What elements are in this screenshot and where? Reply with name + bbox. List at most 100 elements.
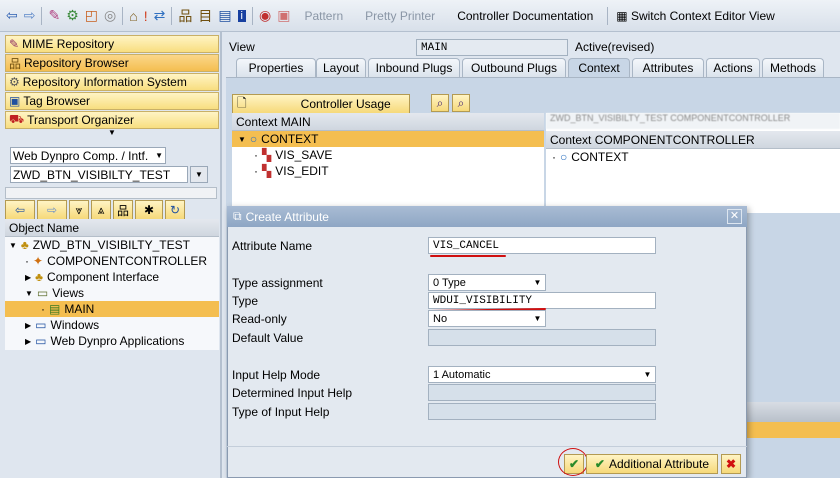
nav-tag-browser[interactable]: ▣ Tag Browser xyxy=(5,92,219,110)
tree-item-views[interactable]: ▼ ▭ Views xyxy=(5,285,219,301)
windows-icon: ▭ xyxy=(35,318,47,332)
view-name-field: MAIN xyxy=(416,39,568,56)
controller-usage-label: Controller Usage xyxy=(300,97,391,111)
collapse-all-icon[interactable]: ⩓ xyxy=(91,200,111,220)
tree-label: ZWD_BTN_VISIBILTY_TEST xyxy=(32,238,190,252)
back-icon[interactable]: ⇦ xyxy=(6,7,18,24)
input-help-mode-label: Input Help Mode xyxy=(232,368,321,382)
chevron-down-icon: ▼ xyxy=(155,151,163,160)
cancel-icon: ✖ xyxy=(725,457,737,471)
type-label: Type xyxy=(232,294,259,308)
nav-repository-browser[interactable]: 品 Repository Browser xyxy=(5,54,219,72)
tree-label: Web Dynpro Applications xyxy=(50,334,185,348)
chevron-down-icon: ▼ xyxy=(643,370,652,379)
separator xyxy=(252,6,253,25)
tab-properties[interactable]: Properties xyxy=(236,58,316,77)
tab-inbound-plugs[interactable]: Inbound Plugs xyxy=(368,58,460,77)
back-icon[interactable]: ⇦ xyxy=(5,200,35,220)
forward-icon[interactable]: ⇨ xyxy=(37,200,67,220)
nav-repository-information-system[interactable]: ⚙ Repository Information System xyxy=(5,73,219,91)
list-icon[interactable]: ▤ xyxy=(218,7,231,24)
attribute-name-input[interactable]: VIS_CANCEL xyxy=(428,237,656,254)
column-header: Object Name xyxy=(9,220,80,235)
hierarchy-icon[interactable]: 品 xyxy=(113,200,133,220)
tree-item-componentcontroller[interactable]: · ✦ COMPONENTCONTROLLER xyxy=(5,253,219,269)
views-icon: ▭ xyxy=(36,286,49,300)
context-attribute-vis-edit[interactable]: · ▚ VIS_EDIT xyxy=(232,163,544,179)
hierarchy-icon[interactable]: ⌂ xyxy=(129,8,137,24)
header-label: Context COMPONENTCONTROLLER xyxy=(550,132,755,147)
read-only-label: Read-only xyxy=(232,312,287,326)
tab-actions[interactable]: Actions xyxy=(706,58,760,77)
tab-context[interactable]: Context xyxy=(568,58,630,77)
expand-arrow-icon[interactable]: ▼ xyxy=(108,128,116,137)
determined-input-help-field xyxy=(428,384,656,401)
breakpoint-icon[interactable]: ◉ xyxy=(259,7,271,24)
red-underline-annotation xyxy=(430,255,506,257)
external-breakpoint-icon[interactable]: ▣ xyxy=(277,7,290,24)
tab-attributes[interactable]: Attributes xyxy=(632,58,704,77)
object-type-select[interactable]: Web Dynpro Comp. / Intf. ▼ xyxy=(10,147,166,164)
filter-icon[interactable]: ✱ xyxy=(135,200,163,220)
find-icon[interactable]: ⌕ xyxy=(431,94,449,112)
edit-icon[interactable]: ✎ xyxy=(48,7,60,24)
context-root-node[interactable]: ▼ ○ CONTEXT xyxy=(232,131,544,147)
tree-label: CONTEXT xyxy=(571,150,629,164)
input-help-mode-value: 1 Automatic xyxy=(433,368,491,381)
nav-label: Repository Information System xyxy=(22,75,187,89)
nav-mime-repository[interactable]: ✎ MIME Repository xyxy=(5,35,219,53)
truck-icon: ⛟ xyxy=(9,112,25,126)
pretty-printer-button[interactable]: Pretty Printer xyxy=(365,9,435,23)
refresh-icon[interactable]: ↻ xyxy=(165,200,185,220)
tree-item-windows[interactable]: ▶ ▭ Windows xyxy=(5,317,219,333)
object-name-header: Object Name xyxy=(5,219,219,237)
type-of-input-help-field xyxy=(428,403,656,420)
info-icon[interactable]: i xyxy=(237,9,246,22)
object-tree: ▼ ♣ ZWD_BTN_VISIBILTY_TEST · ✦ COMPONENTCONT… xyxy=(5,237,219,350)
separator xyxy=(41,6,43,25)
tree-item-component-interface[interactable]: ▶ ♣ Component Interface xyxy=(5,269,219,285)
type-input[interactable]: WDUI_VISIBILITY xyxy=(428,292,656,309)
input-help-mode-select[interactable]: 1 Automatic ▼ xyxy=(428,366,656,383)
tree-toolbar: ⇦ ⇨ ⩔ ⩓ 品 ✱ ↻ xyxy=(5,200,217,220)
switch-icon: ▦ xyxy=(616,8,628,23)
info-marker-icon[interactable]: ! xyxy=(144,8,148,24)
object-name-dropdown[interactable]: ▼ xyxy=(190,166,208,183)
navigate-icon[interactable]: ⇄ xyxy=(154,7,166,24)
tree-item-web-dynpro-applications[interactable]: ▶ ▭ Web Dynpro Applications xyxy=(5,333,219,349)
read-only-select[interactable]: No ▼ xyxy=(428,310,546,327)
tab-layout[interactable]: Layout xyxy=(316,58,366,77)
tree-label: Views xyxy=(52,286,85,300)
tree-root[interactable]: ▼ ♣ ZWD_BTN_VISIBILTY_TEST xyxy=(5,237,219,253)
context-attribute-vis-save[interactable]: · ▚ VIS_SAVE xyxy=(232,147,544,163)
object-list-icon[interactable]: ◰ xyxy=(85,7,98,24)
stack-icon[interactable]: 目 xyxy=(198,6,212,26)
activate-icon[interactable]: ⚙ xyxy=(66,7,79,24)
tab-methods[interactable]: Methods xyxy=(762,58,824,77)
switch-context-editor-button[interactable]: ▦ Switch Context Editor View xyxy=(616,9,775,23)
default-value-input[interactable] xyxy=(428,329,656,346)
controller-documentation-button[interactable]: Controller Documentation xyxy=(457,9,593,23)
table-header xyxy=(746,402,840,422)
separator xyxy=(171,6,173,25)
structure-icon[interactable]: 品 xyxy=(178,6,192,26)
tab-outbound-plugs[interactable]: Outbound Plugs xyxy=(462,58,566,77)
nav-transport-organizer[interactable]: ⛟ Transport Organizer xyxy=(5,111,219,129)
context-cc-header: Context COMPONENTCONTROLLER xyxy=(546,131,840,149)
horizontal-scrollbar[interactable] xyxy=(5,187,217,199)
type-assignment-select[interactable]: 0 Type ▼ xyxy=(428,274,546,291)
close-icon[interactable]: ✕ xyxy=(727,209,742,224)
cc-context-root[interactable]: · ○ CONTEXT xyxy=(546,149,840,165)
expand-all-icon[interactable]: ⩔ xyxy=(69,200,89,220)
object-name-input[interactable]: ZWD_BTN_VISIBILTY_TEST xyxy=(10,166,188,183)
additional-attribute-button[interactable]: ✔ Additional Attribute xyxy=(586,454,718,474)
pattern-button[interactable]: Pattern xyxy=(304,9,343,23)
cancel-button[interactable]: ✖ xyxy=(721,454,741,474)
find-next-icon[interactable]: ⌕ xyxy=(452,94,470,112)
tree-item-main[interactable]: · ▤ MAIN xyxy=(5,301,219,317)
tree-label: CONTEXT xyxy=(261,132,319,146)
where-used-icon[interactable]: ◎ xyxy=(104,7,116,24)
tree-label: VIS_SAVE xyxy=(275,148,333,162)
controller-usage-button[interactable]: 🗋 Controller Usage xyxy=(232,94,410,114)
forward-icon[interactable]: ⇨ xyxy=(24,7,36,24)
